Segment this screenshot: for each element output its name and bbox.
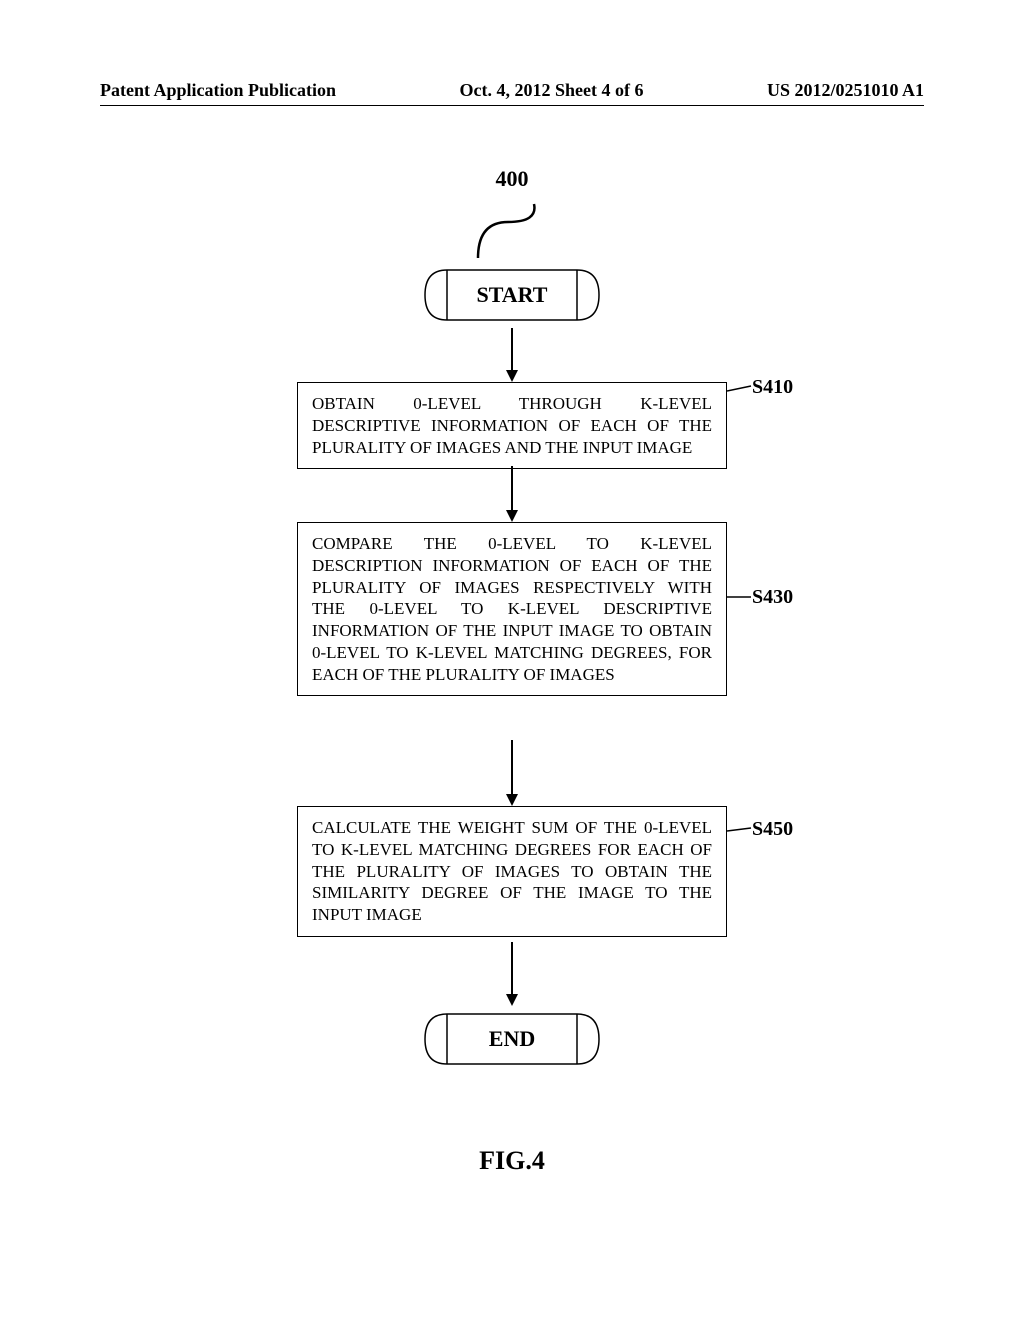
arrow-s410-to-s430 [502,466,522,522]
patent-page: Patent Application Publication Oct. 4, 2… [0,0,1024,1320]
arrow-s450-to-end [502,942,522,1006]
process-text-s450: CALCULATE THE WEIGHT SUM OF THE 0-LEVEL … [312,818,712,924]
leader-line-s410-icon [727,384,755,398]
process-text-s430: COMPARE THE 0-LEVEL TO K-LEVEL DESCRIPTI… [312,534,712,684]
leader-line-s450-icon [727,824,755,838]
header-center: Oct. 4, 2012 Sheet 4 of 6 [460,80,644,101]
end-label: END [417,1006,607,1072]
step-label-s430: S430 [752,586,793,609]
header-left: Patent Application Publication [100,80,336,101]
process-step-s450: CALCULATE THE WEIGHT SUM OF THE 0-LEVEL … [297,806,727,937]
step-label-s410: S410 [752,376,793,399]
figure-caption: FIG.4 [100,1146,924,1176]
process-step-s410: OBTAIN 0-LEVEL THROUGH K-LEVEL DESCRIPTI… [297,382,727,469]
reference-pointer-curve-icon [468,192,548,262]
flowchart: 400 START OBTAIN 0-LEVEL THROUGH K-LEVEL… [100,166,924,1186]
arrow-s430-to-s450 [502,740,522,806]
end-terminator: END [417,1006,607,1072]
start-label: START [417,262,607,328]
reference-number-400: 400 [496,166,529,192]
process-step-s430: COMPARE THE 0-LEVEL TO K-LEVEL DESCRIPTI… [297,522,727,696]
step-label-s450: S450 [752,818,793,841]
leader-line-s430-icon [727,590,755,604]
process-text-s410: OBTAIN 0-LEVEL THROUGH K-LEVEL DESCRIPTI… [312,394,712,457]
page-header: Patent Application Publication Oct. 4, 2… [100,80,924,106]
start-terminator: START [417,262,607,328]
arrow-start-to-s410 [502,328,522,382]
header-right: US 2012/0251010 A1 [767,80,924,101]
